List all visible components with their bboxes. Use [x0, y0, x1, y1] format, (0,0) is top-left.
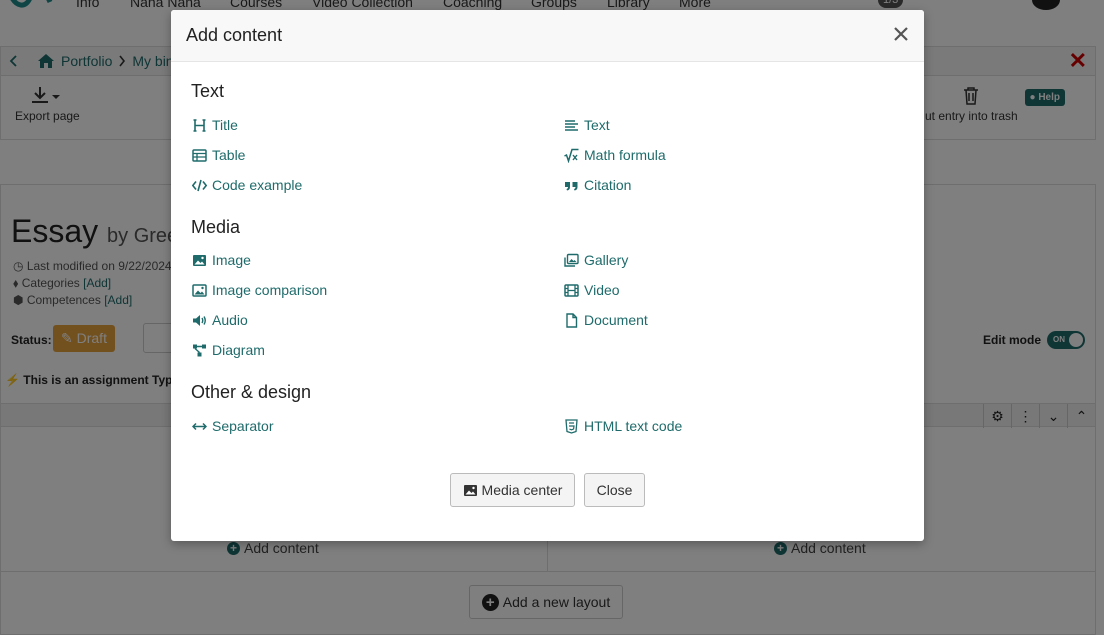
- align-left-icon: [565, 119, 578, 131]
- add-document-item[interactable]: Document: [564, 312, 648, 328]
- dialog-header: Add content: [171, 10, 924, 62]
- add-image-comparison-label: Image comparison: [212, 282, 328, 298]
- add-audio-item[interactable]: Audio: [192, 312, 248, 328]
- add-text-label: Text: [584, 117, 610, 133]
- add-image-item[interactable]: Image: [192, 252, 251, 268]
- document-icon: [566, 312, 578, 328]
- dialog-title: Add content: [186, 25, 283, 45]
- add-citation-item[interactable]: Citation: [564, 177, 631, 193]
- add-math-formula-item[interactable]: Math formula: [564, 147, 666, 163]
- heading-icon: [193, 118, 206, 132]
- close-button[interactable]: Close: [584, 473, 645, 507]
- arrows-horizontal-icon: [192, 422, 207, 430]
- add-table-item[interactable]: Table: [192, 147, 245, 163]
- diagram-icon: [193, 344, 206, 356]
- add-gallery-item[interactable]: Gallery: [564, 252, 628, 268]
- add-table-label: Table: [212, 147, 246, 163]
- add-image-label: Image: [212, 252, 251, 268]
- add-video-item[interactable]: Video: [564, 282, 620, 298]
- section-other-design: Other & design: [191, 382, 312, 402]
- add-title-item[interactable]: Title: [192, 117, 238, 133]
- section-media: Media: [191, 217, 241, 237]
- close-icon[interactable]: [892, 22, 910, 46]
- add-document-label: Document: [584, 312, 648, 328]
- add-separator-item[interactable]: Separator: [192, 418, 273, 434]
- square-root-icon: [564, 148, 579, 163]
- media-center-label: Media center: [481, 482, 563, 498]
- volume-icon: [193, 314, 206, 326]
- add-title-label: Title: [212, 117, 238, 133]
- media-center-button[interactable]: Media center: [450, 473, 575, 507]
- add-code-example-label: Code example: [212, 177, 303, 193]
- image-comparison-icon: [192, 283, 207, 297]
- add-image-comparison-item[interactable]: Image comparison: [192, 282, 327, 298]
- add-html-code-item[interactable]: HTML text code: [564, 418, 682, 434]
- table-icon: [192, 148, 207, 162]
- film-icon: [564, 283, 579, 297]
- section-text: Text: [191, 81, 225, 101]
- html5-icon: [565, 418, 578, 434]
- gallery-icon: [564, 253, 579, 267]
- image-icon: [463, 484, 477, 496]
- add-text-item[interactable]: Text: [564, 117, 610, 133]
- add-content-dialog: Add content Text Title Text Table Math f…: [171, 10, 924, 541]
- add-diagram-label: Diagram: [212, 342, 265, 358]
- add-video-label: Video: [584, 282, 620, 298]
- code-icon: [192, 179, 207, 191]
- add-audio-label: Audio: [212, 312, 248, 328]
- image-icon: [193, 254, 206, 266]
- add-gallery-label: Gallery: [584, 252, 629, 268]
- quote-icon: [565, 181, 578, 190]
- add-separator-label: Separator: [212, 418, 274, 434]
- add-citation-label: Citation: [584, 177, 632, 193]
- add-html-code-label: HTML text code: [584, 418, 683, 434]
- add-math-formula-label: Math formula: [584, 147, 666, 163]
- add-code-example-item[interactable]: Code example: [192, 177, 302, 193]
- add-diagram-item[interactable]: Diagram: [192, 342, 265, 358]
